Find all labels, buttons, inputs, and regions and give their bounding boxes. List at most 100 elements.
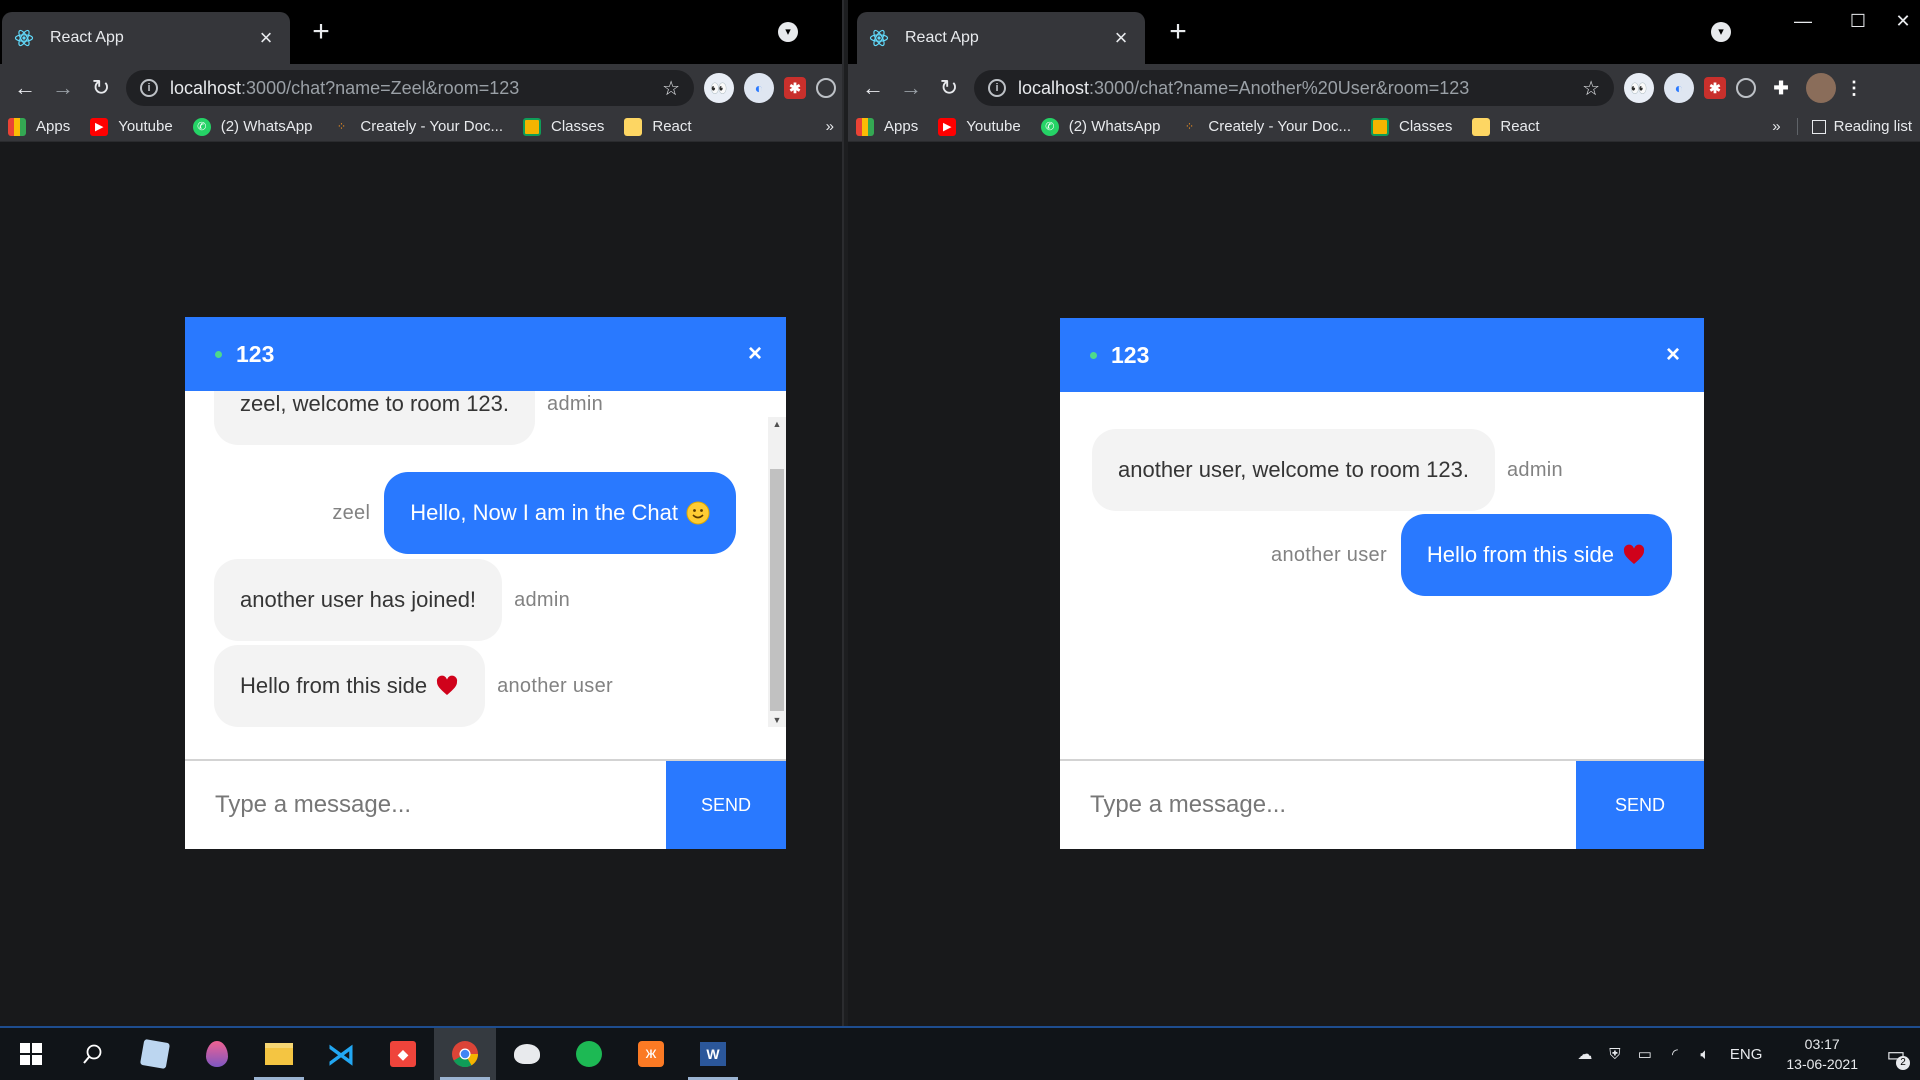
youtube-icon: ▶: [90, 117, 109, 136]
spotify-icon[interactable]: [558, 1028, 620, 1080]
battery-icon[interactable]: ▭: [1632, 1041, 1658, 1067]
extension-eyes-icon[interactable]: 👀: [704, 73, 734, 103]
bookmark-react[interactable]: React: [1472, 117, 1540, 136]
back-icon[interactable]: ←: [6, 69, 44, 107]
bookmark-apps[interactable]: Apps: [856, 117, 918, 136]
message-input[interactable]: [1060, 761, 1576, 849]
bookmark-classes[interactable]: Classes: [523, 117, 604, 136]
search-icon[interactable]: [62, 1028, 124, 1080]
bookmark-creately[interactable]: ⁘ Creately - Your Doc...: [1180, 118, 1351, 136]
tab-search-icon[interactable]: ▾: [778, 22, 798, 42]
volume-icon[interactable]: 🔈︎: [1692, 1041, 1718, 1067]
bookmark-classes[interactable]: Classes: [1371, 117, 1452, 136]
bookmark-star-icon[interactable]: ☆: [1582, 76, 1600, 101]
xampp-icon[interactable]: ж: [620, 1028, 682, 1080]
message-sender: another user: [497, 674, 613, 697]
bookmark-apps[interactable]: Apps: [8, 117, 70, 136]
close-chat-icon[interactable]: ×: [1666, 341, 1680, 369]
youtube-icon: ▶: [938, 117, 957, 136]
address-bar[interactable]: i localhost:3000/chat?name=Another%20Use…: [974, 70, 1614, 106]
creately-icon: ⁘: [1184, 121, 1195, 133]
bookmark-whatsapp[interactable]: ✆ (2) WhatsApp: [192, 117, 312, 136]
start-windows-icon[interactable]: [0, 1028, 62, 1080]
desktop: React App × + ▾ ← → ↻ i localhost:3000/c…: [0, 0, 1920, 1080]
tab-strip: React App × + ▾ — ☐ ✕: [848, 0, 1920, 64]
extension-target-icon[interactable]: [816, 78, 836, 98]
messages-list[interactable]: zeel, welcome to room 123. admin zeel He…: [185, 391, 786, 761]
virtualbox-icon[interactable]: [124, 1028, 186, 1080]
bookmark-react[interactable]: React: [624, 117, 692, 136]
extension-target-icon[interactable]: [1736, 78, 1756, 98]
onedrive-icon[interactable]: ☁: [1572, 1041, 1598, 1067]
page-content: 123 × zeel, welcome to room 123. admin z…: [0, 142, 842, 1026]
forward-icon[interactable]: →: [892, 69, 930, 107]
bookmarks-more-button[interactable]: »: [1772, 118, 1780, 135]
left-browser-window: React App × + ▾ ← → ↻ i localhost:3000/c…: [0, 0, 844, 1026]
chat-container: 123 × zeel, welcome to room 123. admin z…: [185, 317, 786, 849]
reload-icon[interactable]: ↻: [82, 69, 120, 107]
forward-icon[interactable]: →: [44, 69, 82, 107]
tab-search-icon[interactable]: ▾: [1711, 22, 1731, 42]
send-button[interactable]: SEND: [1576, 761, 1704, 849]
bookmark-creately[interactable]: ⁘ Creately - Your Doc...: [332, 118, 503, 136]
bookmark-whatsapp[interactable]: ✆ (2) WhatsApp: [1040, 117, 1160, 136]
extension-compass-icon[interactable]: ◐: [1664, 73, 1694, 103]
messages-list[interactable]: another user, welcome to room 123. admin…: [1060, 392, 1704, 755]
site-info-icon[interactable]: i: [988, 79, 1006, 97]
paint-icon[interactable]: [496, 1028, 558, 1080]
extension-red-icon[interactable]: ✱: [1704, 77, 1726, 99]
reload-icon[interactable]: ↻: [930, 69, 968, 107]
message-input[interactable]: [185, 761, 666, 849]
classroom-icon: [1371, 117, 1389, 136]
chat-header: 123 ×: [185, 317, 786, 391]
scroll-down-icon[interactable]: ▼: [768, 713, 786, 727]
chrome-icon[interactable]: [434, 1028, 496, 1080]
tab-react-app[interactable]: React App ×: [2, 12, 290, 64]
profile-avatar[interactable]: [1806, 73, 1836, 103]
extensions-puzzle-icon[interactable]: ✚: [1766, 73, 1796, 103]
anydesk-icon[interactable]: ◆: [372, 1028, 434, 1080]
maximize-icon[interactable]: ☐: [1833, 6, 1883, 36]
bookmarks-more-button[interactable]: »: [826, 118, 834, 135]
close-window-icon[interactable]: ✕: [1878, 6, 1920, 36]
extension-compass-icon[interactable]: ◐: [744, 73, 774, 103]
messages-scrollbar[interactable]: ▲ ▼: [768, 417, 786, 727]
bookmark-star-icon[interactable]: ☆: [662, 76, 680, 101]
back-icon[interactable]: ←: [854, 69, 892, 107]
minimize-icon[interactable]: —: [1778, 6, 1828, 36]
whatsapp-icon: ✆: [1040, 117, 1059, 136]
scroll-up-icon[interactable]: ▲: [768, 417, 786, 431]
bookmark-youtube[interactable]: ▶ Youtube: [938, 117, 1021, 136]
menu-kebab-icon[interactable]: ⋮: [1845, 73, 1863, 103]
language-indicator[interactable]: ENG: [1730, 1041, 1763, 1067]
close-tab-icon[interactable]: ×: [254, 26, 278, 50]
network-icon[interactable]: ◜: [1662, 1041, 1688, 1067]
notifications-icon[interactable]: ▭ 2: [1872, 1028, 1920, 1080]
creately-icon: ⁘: [336, 121, 347, 133]
send-button[interactable]: SEND: [666, 761, 786, 849]
security-shield-icon[interactable]: ⛨: [1602, 1041, 1628, 1067]
new-tab-icon[interactable]: +: [305, 16, 337, 48]
address-bar[interactable]: i localhost:3000/chat?name=Zeel&room=123…: [126, 70, 694, 106]
droplet-app-icon[interactable]: [186, 1028, 248, 1080]
tab-react-app[interactable]: React App ×: [857, 12, 1145, 64]
tab-strip: React App × + ▾: [0, 0, 842, 64]
scrollbar-thumb[interactable]: [770, 469, 784, 711]
close-chat-icon[interactable]: ×: [748, 340, 762, 368]
react-icon: [14, 28, 34, 48]
extension-eyes-icon[interactable]: 👀: [1624, 73, 1654, 103]
extension-red-icon[interactable]: ✱: [784, 77, 806, 99]
word-icon[interactable]: W: [682, 1028, 744, 1080]
clock[interactable]: 03:17 13-06-2021: [1786, 1034, 1858, 1074]
vscode-icon[interactable]: ⋊: [310, 1028, 372, 1080]
heart-icon: [1623, 544, 1645, 564]
file-explorer-icon[interactable]: [248, 1028, 310, 1080]
bookmark-youtube[interactable]: ▶ Youtube: [90, 117, 173, 136]
online-indicator-icon: [215, 350, 222, 358]
message-form: SEND: [1060, 759, 1704, 849]
new-tab-icon[interactable]: +: [1162, 16, 1194, 48]
site-info-icon[interactable]: i: [140, 79, 158, 97]
close-tab-icon[interactable]: ×: [1109, 26, 1133, 50]
reading-list-button[interactable]: Reading list: [1796, 118, 1912, 135]
folder-icon: [1472, 117, 1491, 136]
